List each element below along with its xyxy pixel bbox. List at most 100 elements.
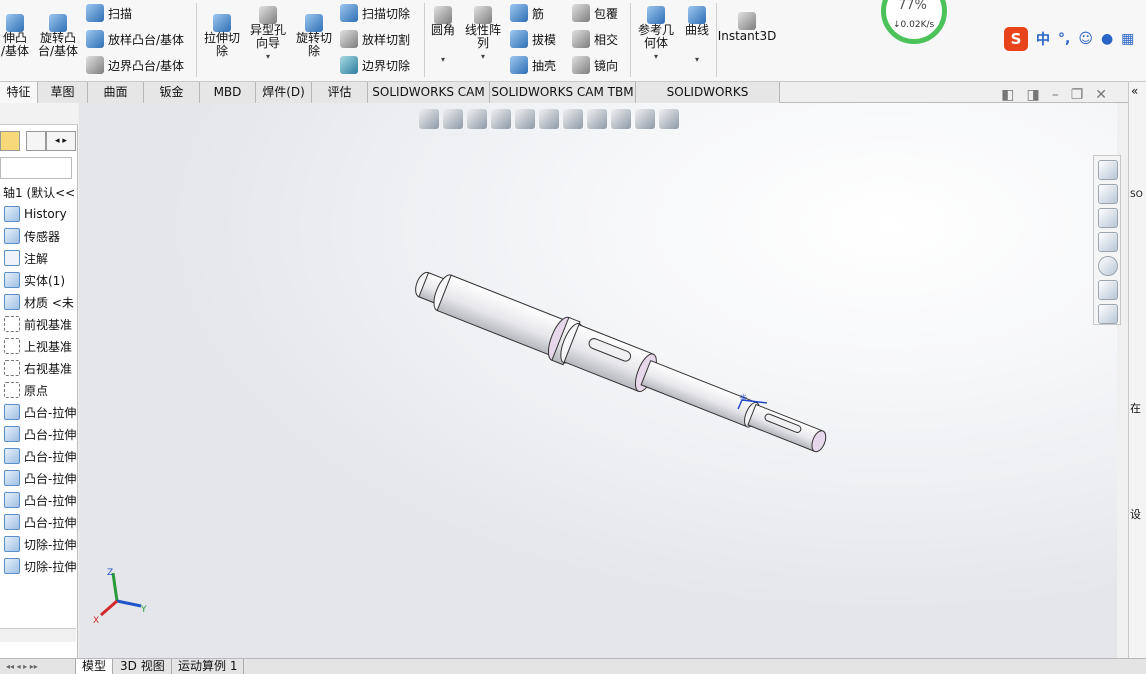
collapsed-right-panel[interactable]: « SO 在 设 [1128, 82, 1146, 674]
document-window-controls: ◧ ◨ – ❐ ✕ [1001, 87, 1107, 103]
tab-motion-study-1[interactable]: 运动算例 1 [172, 659, 245, 674]
tree-item-boss-extrude-6[interactable]: 凸台-拉伸 [0, 511, 78, 533]
chevron-down-icon[interactable]: ▾ [695, 53, 699, 66]
shell-icon [510, 56, 528, 74]
extrude-cut-button[interactable]: 拉伸切 除 [202, 14, 242, 58]
home-icon[interactable] [1098, 160, 1118, 180]
tree-item-annotations[interactable]: 注解 [0, 247, 78, 269]
sweep-cut-button[interactable]: 扫描切除 [340, 4, 410, 22]
tile-right-icon[interactable]: ◨ [1026, 87, 1039, 103]
wrap-button[interactable]: 包覆 [572, 4, 618, 22]
loft-cut-button[interactable]: 放样切割 [340, 30, 410, 48]
tree-item-boss-extrude-2[interactable]: 凸台-拉伸 [0, 423, 78, 445]
chevron-down-icon[interactable]: ▾ [441, 53, 445, 66]
microphone-icon[interactable]: ● [1101, 31, 1113, 47]
rib-button[interactable]: 筋 [510, 4, 544, 22]
tab-evaluate[interactable]: 评估 [312, 82, 368, 103]
tree-item-boss-extrude-4[interactable]: 凸台-拉伸 [0, 467, 78, 489]
file-explorer-icon[interactable] [1098, 208, 1118, 228]
sweep-cut-icon [340, 4, 358, 22]
tab-features[interactable]: 特征 [0, 82, 38, 103]
extrude-boss-button[interactable]: 伸凸 /基体 [0, 14, 30, 58]
tab-scroll-controls[interactable]: ◂◂ ◂ ▸ ▸▸ [0, 659, 76, 674]
mirror-button[interactable]: 镜向 [572, 56, 618, 74]
feature-manager-tab-icon[interactable] [0, 131, 20, 151]
tab-solidworks-cam[interactable]: SOLIDWORKS CAM [368, 82, 490, 103]
curves-icon [688, 6, 706, 24]
origin-icon [4, 382, 20, 398]
ime-mode-chinese[interactable]: 中 [1036, 29, 1050, 49]
property-manager-tab-icon[interactable] [26, 131, 46, 151]
tree-item-origin[interactable]: 原点 [0, 379, 78, 401]
tree-item-cut-extrude-2[interactable]: 切除-拉伸 [0, 555, 78, 577]
tree-item-boss-extrude-1[interactable]: 凸台-拉伸 [0, 401, 78, 423]
curves-button[interactable]: 曲线 ▾ [680, 6, 714, 66]
tree-item-top-plane[interactable]: 上视基准 [0, 335, 78, 357]
intersect-button[interactable]: 相交 [572, 30, 618, 48]
ribbon-separator [630, 3, 631, 77]
tab-solidworks-cam-tbm[interactable]: SOLIDWORKS CAM TBM [490, 82, 636, 103]
hole-wizard-button[interactable]: 异型孔 向导 ▾ [248, 6, 288, 63]
tab-model[interactable]: 模型 [76, 659, 114, 674]
tile-left-icon[interactable]: ◧ [1001, 87, 1014, 103]
shaft-model[interactable] [409, 261, 833, 465]
appearances-icon[interactable] [1098, 256, 1118, 276]
minimize-icon[interactable]: – [1052, 87, 1059, 103]
panel-horizontal-scrollbar[interactable] [0, 628, 76, 642]
tree-item-boss-extrude-3[interactable]: 凸台-拉伸 [0, 445, 78, 467]
tree-item-material[interactable]: 材质 <未 [0, 291, 78, 313]
keyboard-icon[interactable]: ▦ [1121, 31, 1134, 47]
loft-boss-button[interactable]: 放样凸台/基体 [86, 30, 184, 48]
draft-button[interactable]: 拔模 [510, 30, 556, 48]
tree-item-boss-extrude-5[interactable]: 凸台-拉伸 [0, 489, 78, 511]
chevron-down-icon[interactable]: ▾ [481, 50, 485, 63]
expand-panel-chevron-icon[interactable]: « [1129, 82, 1146, 100]
reference-geometry-button[interactable]: 参考几 何体 ▾ [636, 6, 676, 63]
tab-surfaces[interactable]: 曲面 [88, 82, 144, 103]
ime-punctuation-toggle[interactable]: °, [1058, 31, 1070, 47]
tree-item-sensors[interactable]: 传感器 [0, 225, 78, 247]
revolve-boss-icon [49, 14, 67, 32]
close-icon[interactable]: ✕ [1095, 87, 1107, 103]
tab-sketch[interactable]: 草图 [38, 82, 88, 103]
tree-filter-input[interactable] [0, 157, 72, 179]
boundary-cut-icon [340, 56, 358, 74]
view-palette-icon[interactable] [1098, 232, 1118, 252]
extrude-cut-icon [213, 14, 231, 32]
tab-sheet-metal[interactable]: 钣金 [144, 82, 200, 103]
tab-solidworks-inspection[interactable]: SOLIDWORKS Inspection [636, 82, 780, 119]
tab-3d-views[interactable]: 3D 视图 [114, 659, 172, 674]
forum-icon[interactable] [1098, 304, 1118, 324]
chevron-down-icon[interactable]: ▾ [654, 50, 658, 63]
ime-toolbar[interactable]: S 中 °, ☺ ● ▦ [1000, 26, 1146, 52]
right-panel-label-so: SO [1130, 190, 1143, 200]
boundary-boss-button[interactable]: 边界凸台/基体 [86, 56, 184, 74]
design-library-icon[interactable] [1098, 184, 1118, 204]
tab-scroll-arrows[interactable]: ◂ ▸ [46, 131, 76, 151]
tree-item-history[interactable]: History [0, 203, 78, 225]
model-render: ✳ Z Y X [93, 261, 833, 626]
custom-properties-icon[interactable] [1098, 280, 1118, 300]
tab-weldments[interactable]: 焊件(D) [256, 82, 312, 103]
instant3d-icon [738, 12, 756, 30]
revolve-boss-button[interactable]: 旋转凸 台/基体 [36, 14, 80, 58]
sweep-button[interactable]: 扫描 [86, 4, 132, 22]
fillet-button[interactable]: 圆角 ▾ [428, 6, 458, 66]
tree-item-front-plane[interactable]: 前视基准 [0, 313, 78, 335]
instant3d-button[interactable]: Instant3D [718, 12, 776, 43]
emoji-icon[interactable]: ☺ [1078, 31, 1093, 47]
chevron-down-icon[interactable]: ▾ [266, 50, 270, 63]
revolve-cut-button[interactable]: 旋转切 除 [294, 14, 334, 58]
feature-manager-panel: ◂ ▸ 轴1 (默认<< History 传感器 注解 实体(1) 材质 <未 … [0, 103, 78, 658]
tree-item-solid-bodies[interactable]: 实体(1) [0, 269, 78, 291]
boundary-cut-button[interactable]: 边界切除 [340, 56, 410, 74]
linear-pattern-button[interactable]: 线性阵 列 ▾ [462, 6, 504, 63]
restore-icon[interactable]: ❐ [1071, 87, 1084, 103]
tree-root-part[interactable]: 轴1 (默认<< [0, 181, 78, 203]
extrude-feature-icon [4, 470, 20, 486]
tree-item-cut-extrude-1[interactable]: 切除-拉伸 [0, 533, 78, 555]
graphics-area[interactable]: ◧ ◨ – ❐ ✕ ✳ Z Y X [79, 87, 1117, 658]
shell-button[interactable]: 抽壳 [510, 56, 556, 74]
tab-mbd[interactable]: MBD [200, 82, 256, 103]
tree-item-right-plane[interactable]: 右视基准 [0, 357, 78, 379]
